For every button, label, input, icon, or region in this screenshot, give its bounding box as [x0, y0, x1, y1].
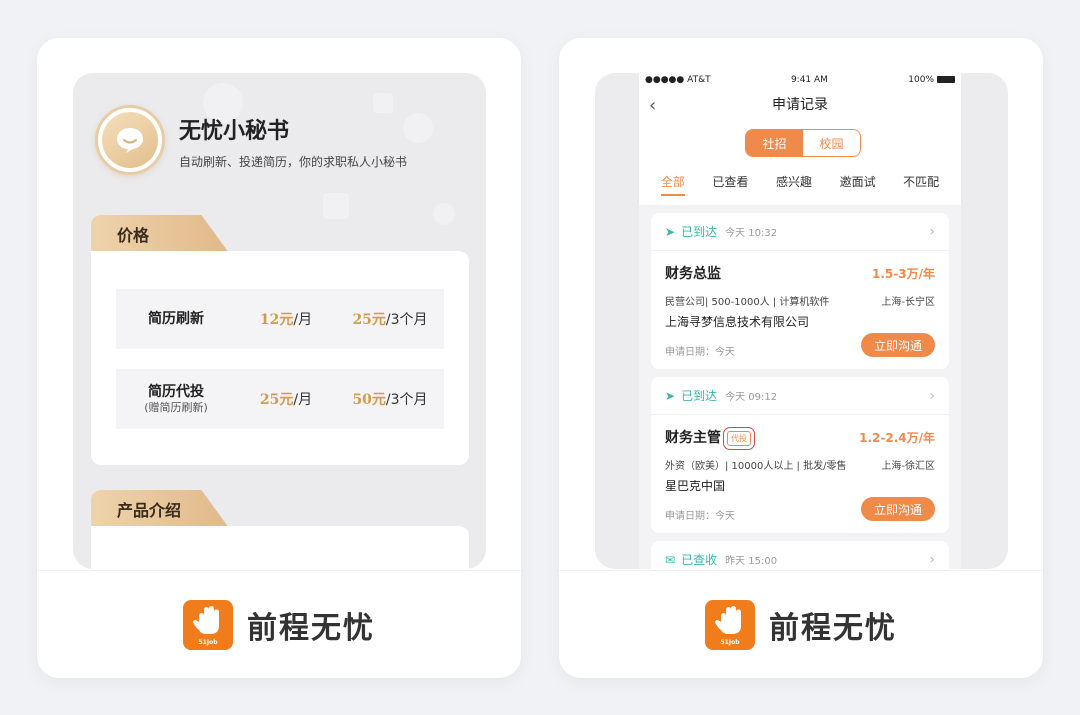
- tab-interested[interactable]: 感兴趣: [776, 173, 812, 196]
- job-title: 财务主管: [665, 430, 721, 446]
- delivery-status: 已到达: [681, 225, 718, 239]
- delivery-status: 已查收: [681, 553, 718, 567]
- tab-social-recruit[interactable]: 社招: [746, 130, 803, 156]
- card-status-row: ➤ 已到达 今天 09:12 ›: [651, 377, 949, 415]
- page-title: 申请记录: [772, 97, 828, 113]
- chat-bubble-icon: [117, 128, 143, 153]
- envelope-icon: ✉: [665, 552, 676, 567]
- background-pattern: [373, 93, 393, 113]
- service-subtitle: 自动刷新、投递简历，你的求职私人小秘书: [179, 155, 408, 169]
- back-icon[interactable]: ‹: [649, 95, 656, 116]
- job-card[interactable]: ➤ 已到达 今天 10:32 › 财务总监 1.5-3万/年 民营公司| 500…: [651, 213, 949, 369]
- brand-footer: 51Job 前程无忧: [559, 570, 1043, 678]
- tab-interview[interactable]: 邀面试: [840, 173, 876, 196]
- price-section-tab: 价格: [91, 215, 229, 253]
- company-name: 上海寻梦信息技术有限公司: [665, 315, 810, 329]
- service-title: 无忧小秘书: [179, 119, 290, 144]
- monthly-price: 25元/月: [236, 389, 336, 409]
- quarterly-price: 25元/3个月: [336, 309, 444, 329]
- price-item-label: 简历代投: [148, 383, 204, 400]
- price-row: 简历代投 (赠简历刷新) 25元/月 50元/3个月: [116, 369, 444, 429]
- hand-icon: [715, 605, 741, 634]
- proxy-apply-badge: 代投: [723, 426, 755, 450]
- salary: 1.5-3万/年: [872, 267, 935, 281]
- price-unit: /月: [293, 392, 313, 408]
- intro-box: [91, 526, 469, 569]
- background-pattern: [323, 193, 349, 219]
- brand-logo-text: 51Job: [198, 638, 218, 646]
- application-list: ➤ 已到达 今天 10:32 › 财务总监 1.5-3万/年 民营公司| 500…: [639, 205, 961, 569]
- job-card[interactable]: ✉ 已查收 昨天 15:00 ›: [651, 541, 949, 569]
- card-status-row: ✉ 已查收 昨天 15:00 ›: [651, 541, 949, 569]
- chevron-right-icon: ›: [929, 551, 935, 568]
- status-time: 昨天 15:00: [725, 556, 778, 567]
- apply-date: 申请日期：今天: [665, 347, 735, 358]
- chevron-right-icon: ›: [929, 223, 935, 240]
- recruit-type-segment: 社招 校园: [745, 129, 861, 157]
- status-bar: ●●●●● AT&T 9:41 AM 100%: [639, 73, 961, 87]
- hand-icon: [193, 605, 219, 634]
- price-box: 简历刷新 12元/月 25元/3个月 简历代投 (赠简历刷新) 25元/月 50…: [91, 251, 469, 465]
- price-amount: 50元: [352, 392, 386, 408]
- status-tabs: 全部 已查看 感兴趣 邀面试 不匹配: [647, 173, 953, 196]
- phone-panel: ●●●●● AT&T 9:41 AM 100% ‹ 申请记录 社招 校园 全部 …: [595, 73, 1008, 569]
- brand-name: 前程无忧: [769, 610, 897, 646]
- brand-logo: 51Job: [705, 599, 755, 650]
- job-location: 上海-长宁区: [881, 297, 935, 308]
- paper-plane-icon: ➤: [665, 224, 676, 239]
- quarterly-price: 50元/3个月: [336, 389, 444, 409]
- service-panel: 无忧小秘书 自动刷新、投递简历，你的求职私人小秘书 价格 简历刷新 12元/月 …: [73, 73, 486, 569]
- status-time: 今天 09:12: [725, 392, 778, 403]
- price-unit: /3个月: [385, 312, 428, 328]
- price-row: 简历刷新 12元/月 25元/3个月: [116, 289, 444, 349]
- job-info: 财务主管 代投 1.2-2.4万/年 外资（欧美）| 10000人以上 | 批发/…: [651, 415, 949, 535]
- price-item-note: (赠简历刷新): [144, 400, 208, 414]
- price-amount: 25元: [259, 392, 294, 408]
- carrier: ●●●●● AT&T: [645, 75, 711, 85]
- chat-now-button[interactable]: 立即沟通: [861, 333, 935, 357]
- phone-screen: ●●●●● AT&T 9:41 AM 100% ‹ 申请记录 社招 校园 全部 …: [639, 73, 961, 569]
- service-avatar: [95, 105, 165, 175]
- application-record-card: ●●●●● AT&T 9:41 AM 100% ‹ 申请记录 社招 校园 全部 …: [559, 38, 1043, 678]
- job-location: 上海-徐汇区: [881, 461, 935, 472]
- price-unit: /3个月: [385, 392, 428, 408]
- background-pattern: [433, 203, 455, 225]
- card-status-row: ➤ 已到达 今天 10:32 ›: [651, 213, 949, 251]
- chevron-right-icon: ›: [929, 387, 935, 404]
- nav-bar: ‹ 申请记录: [639, 87, 961, 121]
- chat-now-button[interactable]: 立即沟通: [861, 497, 935, 521]
- job-info: 财务总监 1.5-3万/年 民营公司| 500-1000人 | 计算机软件 上海…: [651, 251, 949, 371]
- job-card[interactable]: ➤ 已到达 今天 09:12 › 财务主管 代投 1.2-2.4万/年 外资（欧美…: [651, 377, 949, 533]
- paper-plane-icon: ➤: [665, 388, 676, 403]
- tab-campus-recruit[interactable]: 校园: [803, 130, 860, 156]
- salary: 1.2-2.4万/年: [859, 431, 935, 445]
- intro-section-tab: 产品介绍: [91, 490, 229, 528]
- background-pattern: [403, 113, 433, 143]
- apply-date: 申请日期：今天: [665, 511, 735, 522]
- secretary-service-card: 无忧小秘书 自动刷新、投递简历，你的求职私人小秘书 价格 简历刷新 12元/月 …: [37, 38, 521, 678]
- battery-icon: [937, 76, 955, 83]
- company-meta: 民营公司| 500-1000人 | 计算机软件: [665, 297, 830, 308]
- tab-mismatch[interactable]: 不匹配: [903, 173, 939, 196]
- tab-viewed[interactable]: 已查看: [712, 173, 748, 196]
- brand-footer: 51Job 前程无忧: [37, 570, 521, 678]
- brand-logo: 51Job: [183, 599, 233, 650]
- price-unit: /月: [293, 312, 313, 328]
- delivery-status: 已到达: [681, 389, 718, 403]
- status-time: 今天 10:32: [725, 228, 778, 239]
- tab-all[interactable]: 全部: [660, 173, 685, 196]
- price-amount: 25元: [352, 312, 386, 328]
- price-item-name: 简历刷新: [116, 310, 236, 328]
- status-time: 9:41 AM: [790, 75, 828, 85]
- company-meta: 外资（欧美）| 10000人以上 | 批发/零售: [665, 461, 847, 472]
- price-item-name: 简历代投 (赠简历刷新): [116, 383, 236, 415]
- brand-logo-text: 51Job: [720, 638, 740, 646]
- price-amount: 12元: [259, 312, 294, 328]
- battery-level: 100%: [908, 75, 934, 85]
- price-item-label: 简历刷新: [148, 310, 204, 327]
- brand-name: 前程无忧: [247, 610, 375, 646]
- company-name: 星巴克中国: [665, 479, 726, 493]
- monthly-price: 12元/月: [236, 309, 336, 329]
- battery-indicator: 100%: [908, 75, 955, 85]
